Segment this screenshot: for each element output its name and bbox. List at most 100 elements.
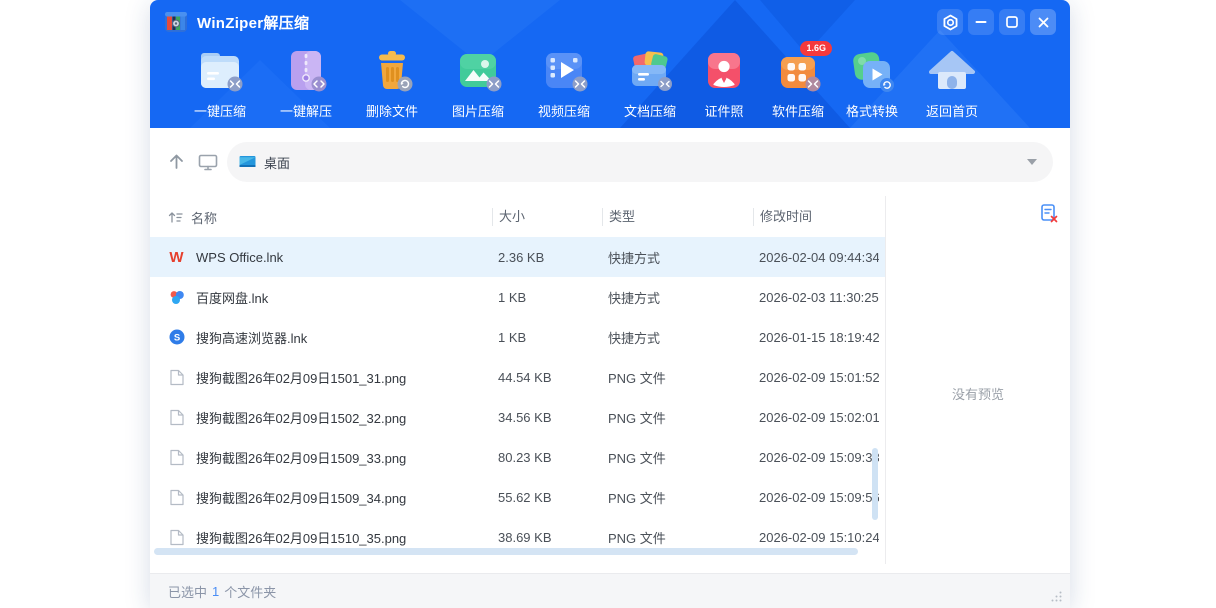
file-list: W WPS Office.lnk 2.36 KB 快捷方式 2026-02-04… — [150, 237, 885, 557]
chevron-down-icon[interactable] — [1027, 159, 1037, 165]
toolbar-item-label: 删除文件 — [366, 101, 418, 120]
table-row[interactable]: S 搜狗高速浏览器.lnk 1 KB 快捷方式 2026-01-15 18:19… — [150, 317, 885, 357]
sort-icon — [168, 211, 183, 223]
app-logo-icon — [164, 10, 188, 34]
file-icon — [168, 529, 185, 546]
toolbar-item-doc-compress[interactable]: 文档压缩 — [613, 47, 687, 120]
toolbar-item-video-compress[interactable]: 视频压缩 — [521, 47, 607, 120]
file-modified: 2026-02-03 11:30:25 — [753, 290, 879, 305]
one-click-compress-icon — [195, 47, 245, 95]
table-row[interactable]: 搜狗截图26年02月09日1509_34.png 55.62 KB PNG 文件… — [150, 477, 885, 517]
file-name: WPS Office.lnk — [196, 250, 283, 265]
toolbar-item-one-click-extract[interactable]: 一键解压 — [263, 47, 349, 120]
column-header-modified[interactable]: 修改时间 — [753, 208, 885, 226]
app-window: WinZiper解压缩 — [150, 0, 1070, 608]
delete-files-icon — [367, 47, 417, 95]
video-compress-icon — [539, 47, 589, 95]
file-size: 38.69 KB — [492, 530, 602, 545]
desktop-button[interactable] — [198, 154, 218, 176]
toolbar-item-format-convert[interactable]: 格式转换 — [835, 47, 909, 120]
toolbar-item-label: 证件照 — [704, 101, 743, 120]
toolbar-item-label: 文档压缩 — [624, 101, 676, 120]
file-icon — [168, 489, 185, 506]
settings-button[interactable] — [937, 9, 963, 35]
toolbar-item-one-click-compress[interactable]: 一键压缩 — [177, 47, 263, 120]
file-modified: 2026-02-09 15:02:01 — [753, 410, 879, 425]
file-type: 快捷方式 — [602, 328, 753, 347]
file-name: 搜狗截图26年02月09日1501_31.png — [196, 368, 406, 387]
arrow-up-icon — [167, 152, 186, 171]
close-preview-button[interactable] — [1041, 204, 1058, 228]
gear-icon — [942, 14, 959, 31]
file-size: 34.56 KB — [492, 410, 602, 425]
file-size: 80.23 KB — [492, 450, 602, 465]
header: WinZiper解压缩 — [150, 0, 1070, 128]
file-name: 搜狗截图26年02月09日1509_33.png — [196, 448, 406, 467]
one-click-extract-icon — [281, 47, 331, 95]
minimize-button[interactable] — [968, 9, 994, 35]
column-header-size[interactable]: 大小 — [492, 208, 602, 226]
column-header-name[interactable]: 名称 — [150, 208, 492, 227]
navbar: 桌面 — [150, 128, 1070, 196]
file-modified: 2026-02-09 15:10:24 — [753, 530, 879, 545]
file-name: 搜狗截图26年02月09日1510_35.png — [196, 528, 406, 547]
toolbar-item-id-photo[interactable]: 证件照 — [687, 47, 761, 120]
maximize-button[interactable] — [999, 9, 1025, 35]
resize-grip-icon[interactable] — [1051, 591, 1062, 602]
maximize-icon — [1006, 16, 1018, 28]
table-row[interactable]: 百度网盘.lnk 1 KB 快捷方式 2026-02-03 11:30:25 — [150, 277, 885, 317]
doc-compress-icon — [625, 47, 675, 95]
toolbar-item-label: 视频压缩 — [538, 101, 590, 120]
toolbar-item-label: 一键解压 — [280, 101, 332, 120]
close-button[interactable] — [1030, 9, 1056, 35]
toolbar: 一键压缩 一键解压 — [177, 47, 995, 120]
up-button[interactable] — [167, 152, 186, 176]
file-size: 44.54 KB — [492, 370, 602, 385]
vertical-scrollbar[interactable] — [872, 448, 878, 520]
file-type: PNG 文件 — [602, 528, 753, 547]
size-badge: 1.6G — [800, 41, 832, 56]
preview-empty-text: 没有预览 — [886, 384, 1070, 403]
status-text: 已选中 — [168, 582, 207, 601]
file-modified: 2026-02-04 09:44:34 — [753, 250, 879, 265]
file-type: PNG 文件 — [602, 448, 753, 467]
file-modified: 2026-02-09 15:09:56 — [753, 490, 879, 505]
toolbar-item-back-home[interactable]: 返回首页 — [909, 47, 995, 120]
file-name: 搜狗截图26年02月09日1509_34.png — [196, 488, 406, 507]
file-modified: 2026-02-09 15:01:52 — [753, 370, 879, 385]
toolbar-item-delete-files[interactable]: 删除文件 — [349, 47, 435, 120]
table-row[interactable]: 搜狗截图26年02月09日1502_32.png 34.56 KB PNG 文件… — [150, 397, 885, 437]
toolbar-item-label: 一键压缩 — [194, 101, 246, 120]
id-photo-icon — [699, 47, 749, 95]
file-type: 快捷方式 — [602, 288, 753, 307]
file-modified: 2026-01-15 18:19:42 — [753, 330, 879, 345]
file-size: 55.62 KB — [492, 490, 602, 505]
table-row[interactable]: 搜狗截图26年02月09日1501_31.png 44.54 KB PNG 文件… — [150, 357, 885, 397]
toolbar-item-image-compress[interactable]: 图片压缩 — [435, 47, 521, 120]
sogou-browser-icon: S — [168, 329, 185, 345]
titlebar: WinZiper解压缩 — [150, 0, 1070, 44]
column-header-type[interactable]: 类型 — [602, 208, 753, 226]
minimize-icon — [975, 16, 987, 28]
status-text: 个文件夹 — [224, 582, 276, 601]
file-modified: 2026-02-09 15:09:33 — [753, 450, 879, 465]
svg-text:S: S — [173, 332, 179, 343]
software-compress-icon: 1.6G — [773, 47, 823, 95]
close-icon — [1038, 17, 1049, 28]
back-home-icon — [927, 47, 977, 95]
wps-icon: W — [168, 250, 185, 265]
breadcrumb-label: 桌面 — [264, 153, 290, 172]
file-name: 百度网盘.lnk — [196, 288, 268, 307]
table-row[interactable]: 搜狗截图26年02月09日1509_33.png 80.23 KB PNG 文件… — [150, 437, 885, 477]
file-icon — [168, 449, 185, 466]
toolbar-item-software-compress[interactable]: 1.6G 软件压缩 — [761, 47, 835, 120]
toolbar-item-label: 软件压缩 — [772, 101, 824, 120]
window-controls — [937, 9, 1056, 35]
table-row[interactable]: W WPS Office.lnk 2.36 KB 快捷方式 2026-02-04… — [150, 237, 885, 277]
file-name: 搜狗截图26年02月09日1502_32.png — [196, 408, 406, 427]
horizontal-scrollbar[interactable] — [154, 548, 858, 555]
breadcrumb[interactable]: 桌面 — [227, 142, 1053, 182]
window-title: WinZiper解压缩 — [197, 12, 309, 33]
file-type: PNG 文件 — [602, 368, 753, 387]
file-size: 1 KB — [492, 290, 602, 305]
